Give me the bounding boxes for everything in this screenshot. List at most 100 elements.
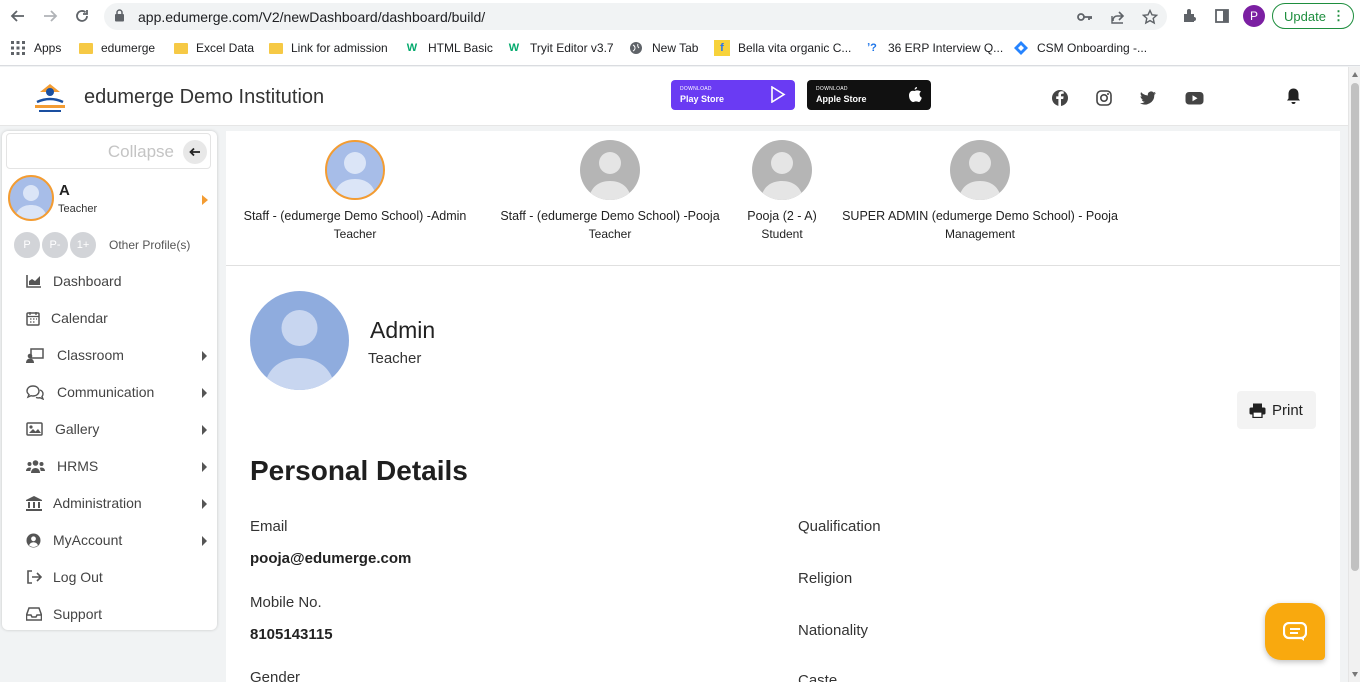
- diamond-icon: [1013, 40, 1029, 56]
- user-circle-icon: [26, 533, 44, 549]
- scroll-up-icon[interactable]: [1352, 72, 1358, 77]
- apple-store-button[interactable]: DOWNLOAD Apple Store: [807, 80, 931, 110]
- sidebar-item-label: HRMS: [57, 458, 99, 474]
- flipkart-icon: f: [714, 40, 730, 56]
- user-role: Teacher: [58, 203, 98, 215]
- folder-icon: [269, 42, 283, 54]
- scroll-down-icon[interactable]: [1352, 672, 1358, 677]
- caret-right-icon: [202, 536, 207, 546]
- bookmark-csm-onboarding[interactable]: CSM Onboarding -...: [1013, 35, 1147, 61]
- scrollbar-thumb[interactable]: [1351, 83, 1359, 571]
- printer-icon: [1249, 403, 1266, 418]
- mobile-value: 8105143115: [250, 626, 333, 643]
- bookmark-new-tab[interactable]: New Tab: [628, 35, 698, 61]
- profile-title-role: Teacher: [368, 350, 422, 367]
- qualification-label: Qualification: [798, 518, 881, 535]
- profile-name: Pooja (2 - A): [747, 209, 817, 223]
- share-icon[interactable]: [1109, 8, 1127, 26]
- play-store-button[interactable]: DOWNLOAD Play Store: [671, 80, 795, 110]
- profile-card[interactable]: Staff - (edumerge Demo School) -Pooja Te…: [490, 140, 730, 241]
- star-icon[interactable]: [1141, 8, 1159, 26]
- user-avatar[interactable]: [8, 175, 54, 221]
- collapse-arrow-icon[interactable]: [183, 140, 207, 164]
- extensions-icon[interactable]: [1179, 5, 1201, 27]
- sidebar-item-support[interactable]: Support: [2, 600, 217, 630]
- sidebar-item-myaccount[interactable]: MyAccount: [2, 526, 217, 556]
- bookmark-bella-vita[interactable]: f Bella vita organic C...: [714, 35, 851, 61]
- user-name: A: [59, 182, 70, 199]
- play-store-small: DOWNLOAD: [680, 86, 712, 92]
- institution-logo: [27, 80, 73, 114]
- apple-icon: [907, 86, 922, 108]
- page-scrollbar[interactable]: [1348, 67, 1360, 682]
- update-label: Update: [1284, 8, 1326, 24]
- globe-icon: [628, 40, 644, 56]
- play-icon: [770, 85, 786, 108]
- bookmark-link-admission[interactable]: Link for admission: [269, 35, 388, 61]
- other-profiles-label[interactable]: Other Profile(s): [109, 238, 190, 252]
- w3schools-icon: W: [508, 42, 520, 54]
- sidebar-item-administration[interactable]: Administration: [2, 489, 217, 519]
- back-arrow-icon[interactable]: [6, 5, 30, 27]
- bookmark-tryit-editor[interactable]: W Tryit Editor v3.7: [506, 35, 614, 61]
- sidebar-item-gallery[interactable]: Gallery: [2, 415, 217, 445]
- sidebar-item-logout[interactable]: Log Out: [2, 563, 217, 593]
- other-profile-circle[interactable]: P-: [40, 230, 70, 260]
- profile-card[interactable]: Staff - (edumerge Demo School) -Admin Te…: [235, 140, 475, 241]
- sidebar-item-calendar[interactable]: Calendar: [2, 304, 217, 334]
- bookmark-label: HTML Basic: [428, 41, 493, 55]
- profile-photo: [250, 291, 349, 390]
- collapse-bar[interactable]: Collapse: [6, 133, 211, 169]
- facebook-icon[interactable]: [1051, 89, 1069, 107]
- profile-role: Management: [944, 227, 1016, 241]
- other-profile-circle[interactable]: P: [12, 230, 42, 260]
- personal-details-heading: Personal Details: [250, 455, 468, 486]
- other-profile-circle[interactable]: 1+: [68, 230, 98, 260]
- user-caret-icon[interactable]: [202, 195, 208, 205]
- bookmark-edumerge[interactable]: edumerge: [79, 35, 155, 61]
- profile-card[interactable]: SUPER ADMIN (edumerge Demo School) - Poo…: [830, 140, 1130, 241]
- key-icon[interactable]: [1076, 8, 1094, 26]
- print-button[interactable]: Print: [1237, 391, 1316, 429]
- profile-avatar: [580, 140, 640, 200]
- address-bar[interactable]: app.edumerge.com/V2/newDashboard/dashboa…: [104, 3, 1167, 30]
- religion-label: Religion: [798, 570, 853, 587]
- youtube-icon[interactable]: [1185, 89, 1204, 107]
- profile-card[interactable]: Pooja (2 - A) Student: [737, 140, 827, 241]
- browser-profile-avatar[interactable]: P: [1243, 5, 1265, 27]
- notification-bell-icon[interactable]: [1285, 87, 1302, 105]
- bookmarks-bar: Apps edumerge Excel Data Link for admiss…: [0, 35, 1360, 61]
- caret-right-icon: [202, 388, 207, 398]
- twitter-icon[interactable]: [1139, 89, 1157, 107]
- bookmark-excel-data[interactable]: Excel Data: [174, 35, 254, 61]
- sidebar-item-communication[interactable]: Communication: [2, 378, 217, 408]
- sidebar-item-classroom[interactable]: Classroom: [2, 341, 217, 371]
- update-button[interactable]: Update ⋮: [1272, 3, 1354, 29]
- bookmark-label: Excel Data: [196, 41, 255, 55]
- profile-role: Student: [761, 227, 803, 241]
- more-icon: ⋮: [1332, 8, 1345, 23]
- caret-right-icon: [202, 351, 207, 361]
- profile-name: Staff - (edumerge Demo School) -Pooja: [500, 209, 720, 223]
- address-row: app.edumerge.com/V2/newDashboard/dashboa…: [0, 0, 1360, 33]
- collapse-label: Collapse: [107, 142, 174, 161]
- forward-arrow-icon[interactable]: [38, 5, 62, 27]
- chat-widget-button[interactable]: [1265, 603, 1325, 660]
- bookmark-erp-interview[interactable]: ʼ? 36 ERP Interview Q...: [864, 35, 1003, 61]
- sidebar-item-label: Dashboard: [53, 273, 122, 289]
- bookmark-label: Link for admission: [291, 41, 388, 55]
- folder-icon: [174, 42, 188, 54]
- side-panel-icon[interactable]: [1211, 5, 1233, 27]
- email-value: pooja@edumerge.com: [250, 550, 412, 567]
- instagram-icon[interactable]: [1095, 89, 1113, 107]
- bookmark-apps[interactable]: Apps: [10, 35, 61, 61]
- inbox-icon: [25, 607, 44, 623]
- caret-right-icon: [202, 499, 207, 509]
- profile-switcher: Staff - (edumerge Demo School) -Admin Te…: [226, 131, 1340, 266]
- sidebar-item-dashboard[interactable]: Dashboard: [2, 267, 217, 297]
- apple-store-label: Apple Store: [816, 94, 867, 104]
- reload-icon[interactable]: [70, 5, 94, 27]
- bookmark-html-basic[interactable]: W HTML Basic: [404, 35, 493, 61]
- gender-label: Gender: [250, 669, 301, 682]
- sidebar-item-hrms[interactable]: HRMS: [2, 452, 217, 482]
